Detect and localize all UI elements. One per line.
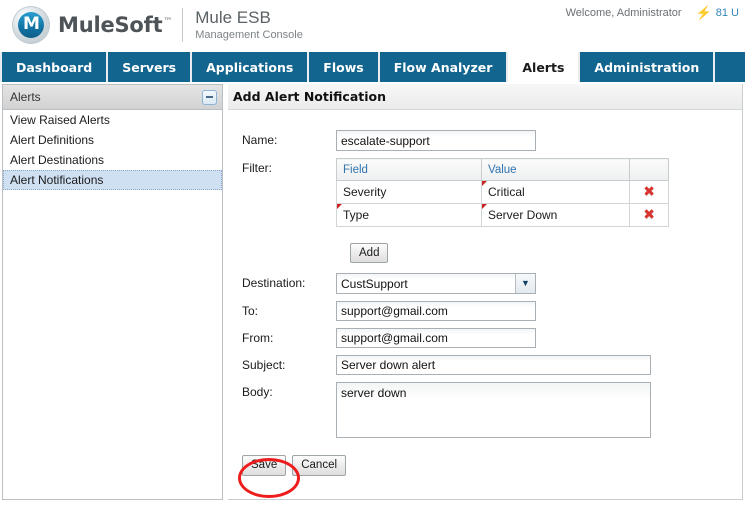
cell-delete: ✖ bbox=[629, 180, 669, 204]
sidebar-item-label: Alert Destinations bbox=[10, 153, 105, 167]
filter-table-head: Field Value bbox=[336, 158, 669, 181]
filter-table: Field Value Severity Critical ✖ Type Ser… bbox=[336, 158, 669, 227]
main-navigation-tabs: Dashboard Servers Applications Flows Flo… bbox=[0, 52, 745, 82]
table-row[interactable]: Type Server Down ✖ bbox=[336, 203, 669, 227]
name-input[interactable] bbox=[336, 130, 536, 151]
chevron-down-icon[interactable]: ▼ bbox=[515, 274, 535, 294]
sidebar-item-label: Alert Notifications bbox=[10, 173, 104, 187]
brand-divider bbox=[182, 8, 184, 42]
body-textarea[interactable] bbox=[336, 382, 651, 439]
destination-selected-value: CustSupport bbox=[341, 276, 408, 291]
from-field-wrap bbox=[336, 328, 536, 349]
destination-label: Destination: bbox=[242, 276, 306, 291]
destination-field-wrap: CustSupport ▼ bbox=[336, 273, 536, 295]
tab-administration[interactable]: Administration bbox=[580, 52, 716, 82]
subject-field-wrap bbox=[336, 355, 651, 376]
column-header-value[interactable]: Value bbox=[480, 158, 631, 181]
sidebar-item-alert-notifications[interactable]: Alert Notifications bbox=[3, 170, 222, 190]
form-row-filter: Filter: Field Value Severity Critical ✖ … bbox=[228, 158, 742, 227]
form-row-subject: Subject: bbox=[228, 355, 742, 376]
sidebar-title: Alerts bbox=[10, 90, 41, 104]
body-label: Body: bbox=[242, 385, 273, 400]
cell-value[interactable]: Server Down bbox=[480, 203, 631, 227]
column-header-actions bbox=[629, 158, 669, 181]
add-alert-notification-form: Name: Filter: Field Value bbox=[228, 110, 742, 476]
sidebar-item-label: View Raised Alerts bbox=[10, 113, 110, 127]
main-panel-header: Add Alert Notification bbox=[228, 84, 742, 110]
add-filter-button[interactable]: Add bbox=[350, 243, 389, 264]
form-row-from: From: bbox=[228, 328, 742, 349]
sidebar-item-alert-destinations[interactable]: Alert Destinations bbox=[3, 150, 222, 170]
header-user-area: Welcome, Administrator ⚡ 81 U bbox=[566, 6, 739, 19]
mulesoft-logo-icon: M bbox=[12, 6, 50, 44]
form-row-name: Name: bbox=[228, 130, 742, 151]
sidebar-item-view-raised-alerts[interactable]: View Raised Alerts bbox=[3, 110, 222, 130]
table-row[interactable]: Severity Critical ✖ bbox=[336, 180, 669, 204]
name-label: Name: bbox=[242, 133, 278, 147]
filter-label: Filter: bbox=[242, 161, 272, 175]
minus-icon[interactable] bbox=[202, 89, 217, 105]
tab-dashboard[interactable]: Dashboard bbox=[0, 52, 109, 82]
form-actions: Save Cancel bbox=[228, 455, 742, 476]
cell-value[interactable]: Critical bbox=[480, 180, 631, 204]
from-input[interactable] bbox=[336, 328, 536, 349]
delete-x-icon[interactable]: ✖ bbox=[643, 185, 655, 199]
destination-select[interactable]: CustSupport ▼ bbox=[336, 273, 536, 295]
to-input[interactable] bbox=[336, 301, 536, 322]
to-label: To: bbox=[242, 304, 259, 319]
tab-flow-analyzer[interactable]: Flow Analyzer bbox=[379, 52, 509, 82]
logo-letter: M bbox=[23, 14, 40, 34]
to-field-wrap bbox=[336, 301, 536, 322]
trademark-symbol: ™ bbox=[163, 17, 173, 27]
page-title: Add Alert Notification bbox=[233, 89, 387, 104]
cell-field[interactable]: Type bbox=[336, 203, 482, 227]
sidebar-panel: Alerts View Raised Alerts Alert Definiti… bbox=[2, 84, 223, 500]
form-row-body: Body: bbox=[228, 382, 742, 441]
subject-input[interactable] bbox=[336, 355, 651, 376]
filter-table-wrap: Field Value Severity Critical ✖ Type Ser… bbox=[336, 158, 669, 227]
table-header-row: Field Value bbox=[336, 158, 669, 181]
delete-x-icon[interactable]: ✖ bbox=[643, 208, 655, 222]
sidebar-item-label: Alert Definitions bbox=[10, 133, 95, 147]
user-count-link[interactable]: 81 U bbox=[716, 7, 739, 19]
column-header-field[interactable]: Field bbox=[336, 158, 482, 181]
brand-name: MuleSoft™ bbox=[58, 13, 172, 37]
cancel-button[interactable]: Cancel bbox=[292, 455, 347, 476]
tab-servers[interactable]: Servers bbox=[108, 52, 193, 82]
app-header: M MuleSoft™ Mule ESB Management Console … bbox=[0, 0, 745, 53]
product-name: Mule ESB bbox=[195, 8, 271, 28]
from-label: From: bbox=[242, 331, 274, 346]
cell-field[interactable]: Severity bbox=[336, 180, 482, 204]
product-title-block: Mule ESB Management Console bbox=[195, 8, 303, 41]
product-subtitle: Management Console bbox=[195, 28, 303, 41]
sidebar-item-alert-definitions[interactable]: Alert Definitions bbox=[3, 130, 222, 150]
bolt-icon: ⚡ bbox=[695, 5, 712, 20]
name-field-wrap bbox=[336, 130, 536, 151]
sidebar-header: Alerts bbox=[3, 85, 222, 110]
tab-applications[interactable]: Applications bbox=[192, 52, 310, 82]
tab-alerts[interactable]: Alerts bbox=[508, 52, 581, 82]
welcome-text: Welcome, Administrator bbox=[565, 6, 682, 19]
brand-name-text: MuleSoft bbox=[58, 13, 163, 37]
tab-flows[interactable]: Flows bbox=[309, 52, 380, 82]
add-button-row: Add bbox=[228, 243, 742, 264]
form-row-destination: Destination: CustSupport ▼ bbox=[228, 273, 742, 295]
save-button[interactable]: Save bbox=[242, 455, 287, 476]
brand-area: M MuleSoft™ Mule ESB Management Console bbox=[12, 6, 303, 44]
cell-delete: ✖ bbox=[629, 203, 669, 227]
body-field-wrap bbox=[336, 382, 651, 441]
main-content-panel: Add Alert Notification Name: Filter: Fie… bbox=[228, 84, 743, 500]
form-row-to: To: bbox=[228, 301, 742, 322]
subject-label: Subject: bbox=[242, 358, 286, 373]
filter-table-body: Severity Critical ✖ Type Server Down ✖ bbox=[336, 180, 669, 227]
